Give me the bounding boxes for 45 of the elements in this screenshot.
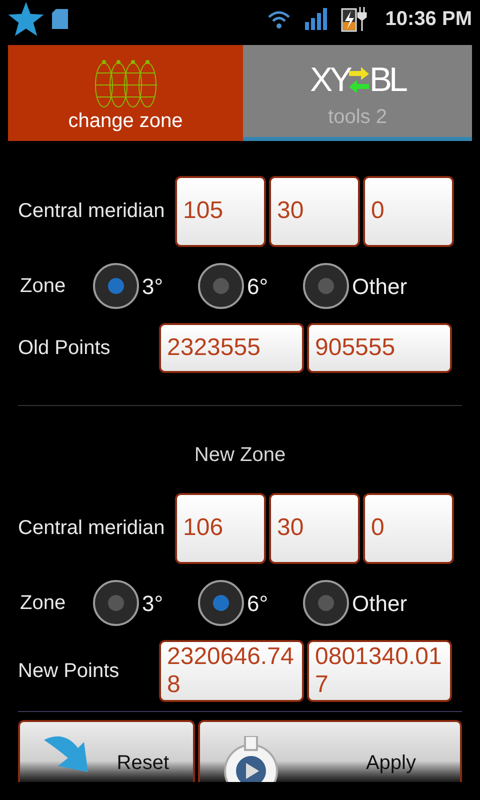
radio-label: 3° — [142, 272, 164, 300]
field-label: New Points — [17, 659, 120, 684]
tab[interactable]: XY BL tools 2 — [243, 45, 472, 141]
tab-label: tools 2 — [328, 105, 387, 130]
button[interactable]: Reset — [18, 720, 195, 782]
radio-label: Other — [352, 272, 408, 300]
radio-label: 3° — [142, 590, 164, 618]
input-field[interactable]: 2320646.748 — [159, 640, 304, 702]
battery-charging-icon — [341, 5, 370, 33]
star-icon — [8, 2, 44, 36]
swap-arrows-icon — [349, 67, 370, 93]
radio-label: 6° — [247, 590, 268, 618]
logo-text: XY — [310, 63, 350, 97]
radio-label: 6° — [247, 272, 268, 300]
radio-button[interactable] — [303, 263, 349, 309]
input-field[interactable]: 0801340.017 — [307, 640, 452, 702]
button[interactable]: Apply — [198, 720, 462, 782]
radio-label: Other — [352, 590, 408, 618]
signal-icon — [305, 8, 328, 30]
field-label: Zone — [19, 591, 67, 616]
tab[interactable]: change zone — [8, 45, 243, 141]
field-label: Central meridian — [17, 516, 166, 541]
input-field[interactable]: 0 — [363, 176, 454, 246]
field-label: Central meridian — [17, 199, 166, 224]
globe-grid-icon — [94, 59, 156, 109]
radio-button[interactable] — [93, 263, 139, 309]
radio-button[interactable] — [93, 580, 139, 626]
input-field[interactable]: 30 — [269, 176, 360, 246]
wifi-icon — [267, 9, 292, 29]
field-label: Old Points — [17, 336, 112, 361]
input-field[interactable]: 105 — [175, 176, 266, 246]
tab-label: change zone — [68, 109, 183, 134]
sd-card-icon — [52, 9, 68, 29]
input-field[interactable]: 106 — [175, 492, 266, 564]
input-field[interactable]: 30 — [269, 492, 360, 564]
field-label: Zone — [19, 274, 67, 299]
radio-button[interactable] — [303, 580, 349, 626]
input-field[interactable]: 2323555 — [159, 323, 304, 373]
radio-button[interactable] — [198, 580, 244, 626]
input-field[interactable]: 905555 — [307, 323, 452, 373]
logo-text: BL — [369, 63, 405, 97]
radio-button[interactable] — [198, 263, 244, 309]
input-field[interactable]: 0 — [363, 492, 454, 564]
section-heading: New Zone — [194, 443, 286, 468]
status-time: 10:36 PM — [385, 7, 472, 32]
